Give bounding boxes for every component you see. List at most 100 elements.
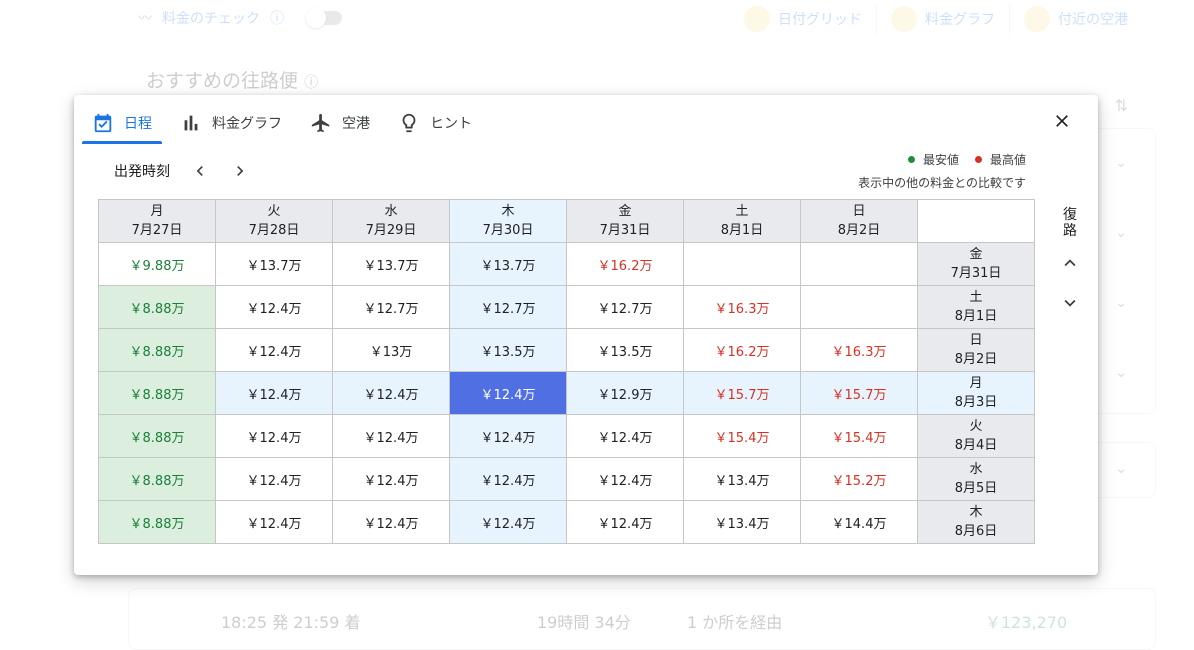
price-cell[interactable]: ￥12.4万 [215, 328, 333, 372]
highest-dot-icon [974, 156, 982, 163]
date-label: 8月2日 [954, 352, 998, 367]
price-cell[interactable]: ￥13.7万 [332, 242, 450, 286]
price-cell[interactable]: ￥13.5万 [566, 328, 684, 372]
price-cell[interactable]: ￥12.4万 [215, 285, 333, 329]
price-cell[interactable]: ￥13.4万 [683, 457, 801, 501]
price-cell[interactable]: ￥12.4万 [332, 457, 450, 501]
price-cell[interactable]: ￥15.7万 [683, 371, 801, 415]
tab-price-graph[interactable]: 料金グラフ [170, 103, 292, 143]
price-cell[interactable]: ￥14.4万 [800, 500, 918, 544]
return-prev-button[interactable] [1056, 249, 1084, 277]
section-title: おすすめの往路便 ⓘ [146, 66, 318, 93]
flight-stops: 1 か所を経由 [687, 613, 783, 632]
weekday-label: 金 [969, 247, 983, 262]
lightbulb-icon [402, 113, 416, 133]
chevron-down-icon[interactable]: ⌄ [1115, 365, 1127, 381]
weekday-label: 日 [969, 333, 983, 348]
departure-date-header: 土 8月1日 [683, 199, 801, 243]
price-cell[interactable]: ￥12.4万 [332, 414, 450, 458]
date-grid-label: 日付グリッド [778, 12, 862, 28]
tab-price-graph-label: 料金グラフ [212, 116, 282, 132]
price-cell[interactable]: ￥15.7万 [800, 371, 918, 415]
departure-label: 出発時刻 [114, 164, 170, 180]
price-cell[interactable]: ￥12.4万 [449, 414, 567, 458]
chevron-right-icon [237, 166, 244, 176]
price-cell[interactable]: ￥13.7万 [215, 242, 333, 286]
flight-row[interactable]: 18:25 発 21:59 着 19時間 34分 1 か所を経由 ￥123,27… [128, 588, 1156, 650]
price-cell[interactable]: ￥12.4万 [215, 500, 333, 544]
price-cell[interactable]: ￥12.4万 [566, 500, 684, 544]
price-cell[interactable]: ￥12.4万 [566, 457, 684, 501]
price-cell[interactable]: ￥8.88万 [98, 500, 216, 544]
tab-airports[interactable]: 空港 [300, 103, 380, 143]
sort-icon[interactable]: ⇅ [1115, 96, 1128, 115]
departure-prev-button[interactable] [180, 159, 220, 183]
price-cell[interactable]: ￥8.88万 [98, 457, 216, 501]
price-cell[interactable]: ￥12.4万 [449, 457, 567, 501]
price-cell[interactable]: ￥13.5万 [449, 328, 567, 372]
return-next-button[interactable] [1056, 289, 1084, 317]
price-cell[interactable]: ￥16.3万 [800, 328, 918, 372]
price-cell[interactable]: ￥9.88万 [98, 242, 216, 286]
grid-corner [917, 199, 1035, 243]
chevron-down-icon [1064, 299, 1076, 307]
weekday-label: 金 [618, 204, 632, 219]
price-graph-tab[interactable]: 料金グラフ [877, 4, 1010, 34]
chevron-down-icon[interactable]: ⌄ [1115, 461, 1127, 477]
price-cell[interactable]: ￥15.2万 [800, 457, 918, 501]
date-label: 7月31日 [599, 223, 651, 238]
nearby-airports-label: 付近の空港 [1058, 12, 1128, 28]
price-cell[interactable]: ￥12.4万 [215, 457, 333, 501]
departure-date-header: 火 7月28日 [215, 199, 333, 243]
price-graph-label: 料金グラフ [925, 12, 995, 28]
weekday-label: 火 [267, 204, 281, 219]
price-cell[interactable]: ￥12.4万 [566, 414, 684, 458]
price-cell[interactable]: ￥12.4万 [332, 500, 450, 544]
price-cell[interactable]: ￥12.4万 [215, 371, 333, 415]
price-cell[interactable]: ￥12.4万 [449, 371, 567, 415]
price-cell [683, 242, 801, 286]
chevron-down-icon[interactable]: ⌄ [1115, 295, 1127, 311]
date-grid-dialog: 日程 料金グラフ 空港 ヒント 出発時刻 最安値 最高値 表示中の他の料金との比… [74, 95, 1098, 575]
chevron-left-icon [196, 166, 203, 176]
departure-next-button[interactable] [220, 159, 260, 183]
price-cell[interactable]: ￥8.88万 [98, 285, 216, 329]
map-pin-icon [1024, 6, 1050, 32]
price-cell[interactable]: ￥8.88万 [98, 414, 216, 458]
price-cell[interactable]: ￥12.4万 [449, 500, 567, 544]
price-cell[interactable]: ￥12.4万 [332, 371, 450, 415]
price-cell[interactable]: ￥15.4万 [683, 414, 801, 458]
departure-date-header: 木 7月30日 [449, 199, 567, 243]
price-check-toggle[interactable] [306, 8, 342, 28]
price-cell[interactable]: ￥13.7万 [449, 242, 567, 286]
price-cell[interactable]: ￥8.88万 [98, 328, 216, 372]
close-button[interactable] [1048, 107, 1076, 135]
departure-date-header: 月 7月27日 [98, 199, 216, 243]
price-cell[interactable]: ￥16.2万 [566, 242, 684, 286]
tab-schedule-label: 日程 [124, 116, 152, 132]
price-cell[interactable]: ￥8.88万 [98, 371, 216, 415]
return-date-header: 火 8月4日 [917, 414, 1035, 458]
price-cell[interactable]: ￥12.4万 [215, 414, 333, 458]
chevron-down-icon[interactable]: ⌄ [1115, 225, 1127, 241]
price-cell[interactable]: ￥15.4万 [800, 414, 918, 458]
price-cell[interactable]: ￥12.7万 [449, 285, 567, 329]
price-cell[interactable]: ￥12.7万 [332, 285, 450, 329]
date-label: 7月28日 [248, 223, 300, 238]
tab-schedule[interactable]: 日程 [82, 103, 162, 144]
date-label: 7月31日 [950, 266, 1002, 281]
price-cell[interactable]: ￥16.3万 [683, 285, 801, 329]
return-date-header: 水 8月5日 [917, 457, 1035, 501]
chevron-down-icon[interactable]: ⌄ [1115, 155, 1127, 171]
weekday-label: 木 [969, 505, 983, 520]
price-cell[interactable]: ￥13万 [332, 328, 450, 372]
date-grid-tab[interactable]: 日付グリッド [730, 4, 877, 34]
price-cell[interactable]: ￥13.4万 [683, 500, 801, 544]
date-label: 8月1日 [954, 309, 998, 324]
grid-row: ￥8.88万 ￥12.4万 ￥12.4万 ￥12.4万 ￥12.4万 ￥15.4万 ￥15.… [98, 414, 1035, 458]
nearby-airports-tab[interactable]: 付近の空港 [1010, 4, 1142, 34]
tab-hints[interactable]: ヒント [388, 103, 482, 143]
price-cell[interactable]: ￥12.7万 [566, 285, 684, 329]
price-cell[interactable]: ￥16.2万 [683, 328, 801, 372]
price-cell[interactable]: ￥12.9万 [566, 371, 684, 415]
